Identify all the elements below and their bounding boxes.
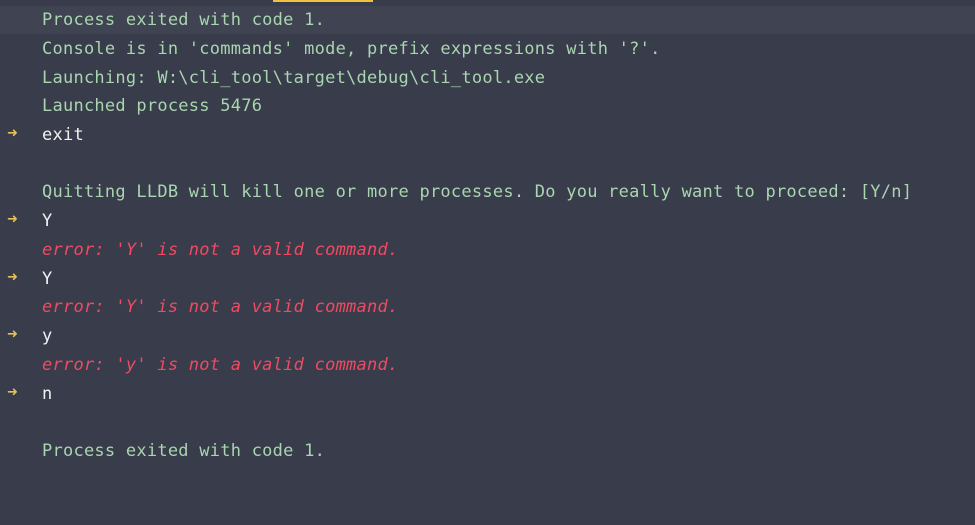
console-line-command: ➜ y	[0, 322, 975, 350]
prompt-arrow-icon: ➜	[7, 327, 19, 342]
command-text: Y	[42, 269, 53, 289]
command-text: y	[42, 326, 53, 346]
error-text: error: 'Y' is not a valid command.	[42, 240, 399, 260]
output-text: Process exited with code 1.	[42, 10, 326, 30]
command-text: Y	[42, 211, 53, 231]
console-line-error: error: 'y' is not a valid command.	[0, 351, 975, 379]
console-line-output: Process exited with code 1.	[0, 437, 975, 465]
prompt-arrow-icon: ➜	[7, 385, 19, 400]
output-text: Console is in 'commands' mode, prefix ex…	[42, 39, 661, 59]
console-line-command: ➜ Y	[0, 207, 975, 235]
output-text: Launching: W:\cli_tool\target\debug\cli_…	[42, 68, 546, 88]
command-text: exit	[42, 125, 84, 145]
console-line-output: Launching: W:\cli_tool\target\debug\cli_…	[0, 64, 975, 92]
console-line-command: ➜ Y	[0, 265, 975, 293]
console-line-command: ➜ exit	[0, 121, 975, 149]
console-line-error: error: 'Y' is not a valid command.	[0, 293, 975, 321]
active-tab-indicator	[273, 0, 373, 2]
console-line-output: Process exited with code 1.	[0, 6, 975, 34]
output-text: Launched process 5476	[42, 96, 263, 116]
output-text: Process exited with code 1.	[42, 441, 326, 461]
console-line-output: Quitting LLDB will kill one or more proc…	[0, 178, 975, 206]
prompt-arrow-icon: ➜	[7, 212, 19, 227]
console-line-error: error: 'Y' is not a valid command.	[0, 236, 975, 264]
prompt-arrow-icon: ➜	[7, 126, 19, 141]
error-text: error: 'Y' is not a valid command.	[42, 297, 399, 317]
prompt-arrow-icon: ➜	[7, 270, 19, 285]
error-text: error: 'y' is not a valid command.	[42, 355, 399, 375]
output-text: Quitting LLDB will kill one or more proc…	[42, 182, 913, 202]
command-text: n	[42, 384, 53, 404]
console-line-output: Console is in 'commands' mode, prefix ex…	[0, 35, 975, 63]
debug-console[interactable]: Process exited with code 1. Console is i…	[0, 0, 975, 525]
console-line-output: Launched process 5476	[0, 92, 975, 120]
console-line-command: ➜ n	[0, 380, 975, 408]
